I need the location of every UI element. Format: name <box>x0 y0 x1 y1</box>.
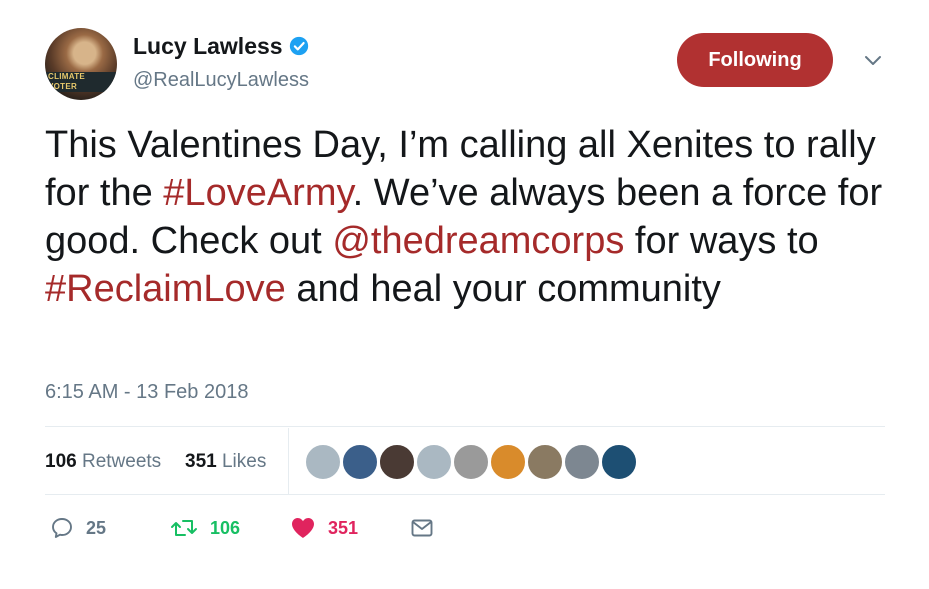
stats-separator <box>288 428 289 494</box>
retweet-button[interactable]: 106 <box>170 516 240 540</box>
gray-photo-avatar[interactable] <box>453 444 489 480</box>
default-avatar-2[interactable] <box>416 444 452 480</box>
chevron-down-icon[interactable] <box>863 50 883 70</box>
retweets-label: Retweets <box>81 451 162 472</box>
retweets-stat[interactable]: 106 Retweets <box>45 451 161 473</box>
tweet-header: CLIMATE VOTER Lucy Lawless @RealLucyLawle… <box>45 28 885 100</box>
tweet-text-segment: and heal your community <box>285 268 721 310</box>
retweet-count: 106 <box>210 517 241 538</box>
retweet-icon <box>171 520 197 536</box>
greek-flag-avatar[interactable] <box>342 444 378 480</box>
divider <box>45 426 885 427</box>
default-avatar-1[interactable] <box>305 444 341 480</box>
like-button[interactable]: 351 <box>290 516 358 540</box>
landscape-avatar[interactable] <box>564 444 600 480</box>
tweet-timestamp[interactable]: 6:15 AM - 13 Feb 2018 <box>45 381 248 404</box>
verified-badge-icon <box>289 36 308 56</box>
heart-icon <box>292 518 314 538</box>
retweets-count: 106 <box>45 451 77 472</box>
name-row: Lucy Lawless <box>133 33 309 59</box>
divider <box>45 494 885 495</box>
likes-stat[interactable]: 351 Likes <box>185 451 266 473</box>
like-count: 351 <box>328 517 359 538</box>
following-button[interactable]: Following <box>677 33 833 87</box>
hashtag-link[interactable]: #LoveArmy <box>163 172 352 214</box>
mention-link[interactable]: @thedreamcorps <box>332 220 624 262</box>
pair-photo-avatar[interactable] <box>527 444 563 480</box>
reply-button[interactable]: 25 <box>50 516 106 540</box>
likes-label: Likes <box>221 451 267 472</box>
tweet-stats: 106 Retweets 351 Likes <box>45 428 885 494</box>
tweet-text-segment: for ways to <box>624 220 819 262</box>
profile-avatar[interactable]: CLIMATE VOTER <box>45 28 117 100</box>
likes-count: 351 <box>185 451 217 472</box>
reply-count: 25 <box>86 517 107 538</box>
reply-icon <box>52 518 72 538</box>
avatar-badge: CLIMATE VOTER <box>45 72 117 92</box>
envelope-icon <box>411 519 433 537</box>
tweet-text: This Valentines Day, I’m calling all Xen… <box>45 121 895 313</box>
hashtag-link[interactable]: #ReclaimLove <box>45 268 286 310</box>
tweet-actions: 25 106 351 <box>45 516 885 552</box>
user-handle[interactable]: @RealLucyLawless <box>133 69 309 92</box>
nough-avatar[interactable] <box>601 444 637 480</box>
dark-avatar[interactable] <box>379 444 415 480</box>
direct-message-button[interactable] <box>410 516 434 540</box>
display-name[interactable]: Lucy Lawless <box>133 33 283 60</box>
orange-avatar[interactable] <box>490 444 526 480</box>
